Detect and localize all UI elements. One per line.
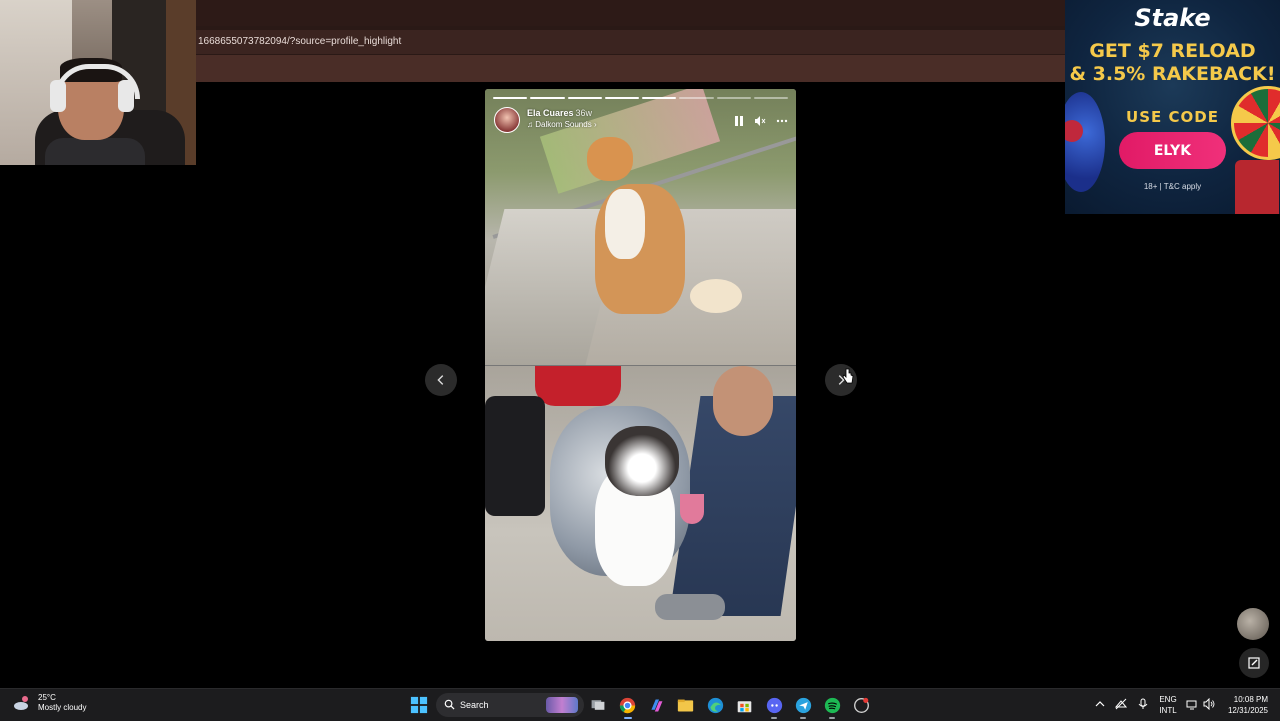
telegram-button[interactable] <box>793 695 813 715</box>
story-progress-bar <box>493 97 788 99</box>
file-explorer-icon <box>677 699 693 711</box>
story-progress-segment <box>493 97 528 99</box>
start-button[interactable] <box>409 695 429 715</box>
mute-button[interactable] <box>753 114 767 128</box>
telegram-icon <box>795 697 811 713</box>
chevron-up-icon <box>1095 701 1105 707</box>
story-music-link[interactable]: ♫ Dalkom Sounds › <box>527 120 597 129</box>
ad-logo: Stake <box>1134 4 1211 32</box>
store-button[interactable] <box>734 695 754 715</box>
show-hidden-icons-button[interactable] <box>1094 698 1106 710</box>
chevron-left-icon <box>437 375 444 385</box>
mute-icon <box>755 116 766 126</box>
discord-icon <box>766 697 782 713</box>
network-icon <box>1186 700 1197 710</box>
story-progress-segment <box>679 97 714 99</box>
hand-cursor-icon <box>842 368 854 384</box>
taskbar-clock[interactable]: 10:08 PM 12/31/2025 <box>1222 694 1268 716</box>
file-explorer-button[interactable] <box>675 695 695 715</box>
weather-desc: Mostly cloudy <box>38 703 87 712</box>
story-progress-segment <box>642 97 677 99</box>
pause-icon <box>735 116 743 126</box>
story-progress-segment <box>753 97 788 99</box>
microphone-button[interactable] <box>1137 698 1149 710</box>
ad-code-button[interactable]: ELYK <box>1119 132 1226 169</box>
network-button[interactable] <box>1186 698 1198 710</box>
discord-button[interactable] <box>764 695 784 715</box>
microphone-icon <box>1138 698 1148 709</box>
search-highlight-graphic <box>546 697 578 713</box>
edge-button[interactable] <box>705 695 725 715</box>
store-icon <box>737 700 751 712</box>
tray-app-icon <box>1115 698 1127 710</box>
story-progress-segment <box>716 97 751 99</box>
edit-icon <box>1248 657 1260 669</box>
previous-story-button[interactable] <box>425 364 457 396</box>
webcam-overlay <box>0 0 196 165</box>
stake-ad-banner[interactable]: Stake GET $7 RELOAD & 3.5% RAKEBACK! USE… <box>1065 0 1280 214</box>
story-progress-segment <box>567 97 602 99</box>
corgi-photo <box>485 89 796 365</box>
new-message-button[interactable] <box>1239 648 1269 678</box>
story-username[interactable]: Ela Cuares 36w <box>527 108 592 118</box>
input-language-indicator[interactable]: ENG INTL <box>1158 694 1178 716</box>
messages-avatar[interactable] <box>1237 608 1269 640</box>
taskbar-search[interactable]: Search <box>436 693 584 717</box>
search-icon <box>444 699 455 710</box>
weather-temp: 25°C <box>38 693 56 702</box>
app-icon <box>853 697 869 713</box>
edge-icon <box>707 697 723 713</box>
story-avatar[interactable] <box>494 107 520 133</box>
url-text[interactable]: 1668655073782094/?source=profile_highlig… <box>198 36 401 47</box>
story-viewer[interactable]: Ela Cuares 36w ♫ Dalkom Sounds › <box>485 89 796 641</box>
chrome-icon <box>619 697 635 713</box>
copilot-icon <box>650 699 662 711</box>
story-progress-segment <box>604 97 639 99</box>
chevron-right-icon: › <box>593 120 597 129</box>
more-icon <box>776 119 788 123</box>
taskbar: 25°C Mostly cloudy Search ENG INTL 10:08… <box>0 688 1280 721</box>
app-button[interactable] <box>851 695 871 715</box>
task-view-button[interactable] <box>588 695 608 715</box>
task-view-icon <box>591 700 605 710</box>
story-progress-segment <box>530 97 565 99</box>
australian-shepherd-photo <box>485 366 796 641</box>
chrome-button[interactable] <box>617 695 637 715</box>
windows-start-icon <box>410 696 428 714</box>
tray-app-button[interactable] <box>1115 698 1127 710</box>
spotify-icon <box>824 697 840 713</box>
ad-use-code-label: USE CODE <box>1126 108 1219 126</box>
ad-headline: GET $7 RELOAD & 3.5% RAKEBACK! <box>1069 40 1276 85</box>
music-note-icon: ♫ <box>527 120 533 129</box>
spotify-button[interactable] <box>822 695 842 715</box>
ad-terms: 18+ | T&C apply <box>1143 182 1202 191</box>
volume-icon <box>1203 698 1215 710</box>
story-time: 36w <box>575 108 593 118</box>
cloud-icon <box>12 693 32 713</box>
weather-widget[interactable]: 25°C Mostly cloudy <box>12 693 86 713</box>
volume-button[interactable] <box>1203 698 1215 710</box>
pause-button[interactable] <box>732 114 746 128</box>
more-options-button[interactable] <box>775 114 789 128</box>
copilot-button[interactable] <box>646 695 666 715</box>
